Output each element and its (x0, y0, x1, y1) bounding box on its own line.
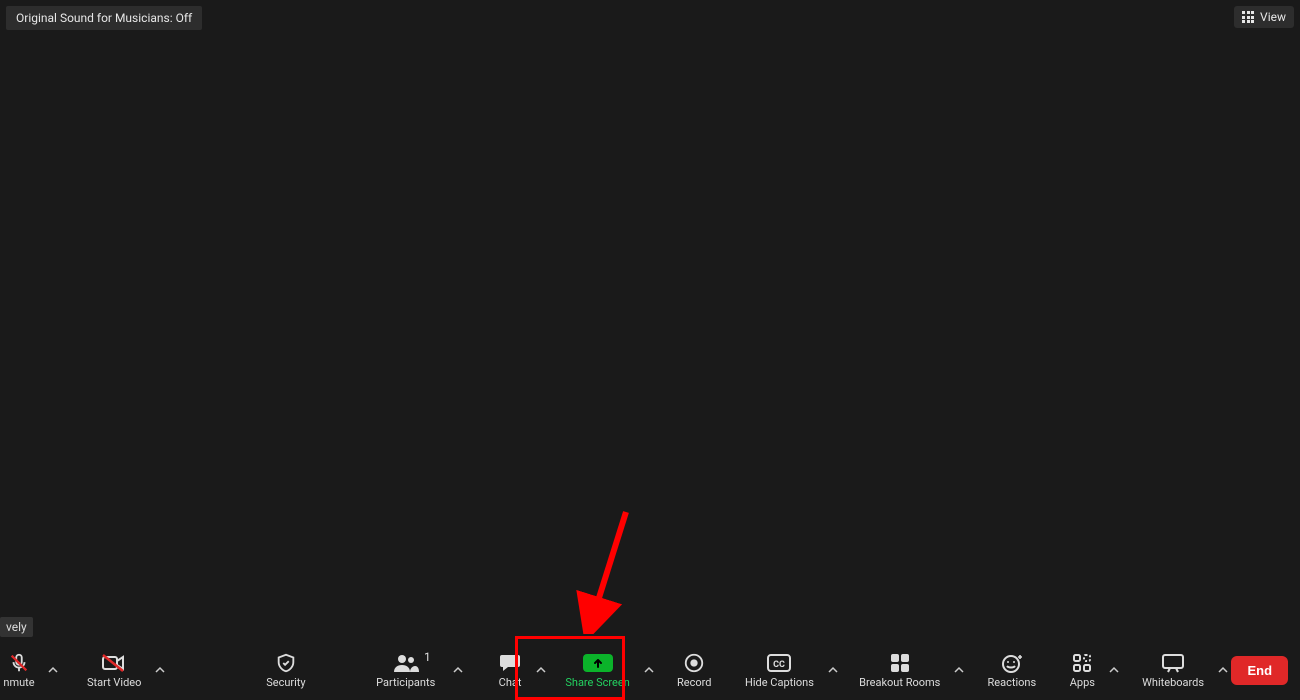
breakout-rooms-label: Breakout Rooms (859, 676, 940, 689)
start-video-label: Start Video (87, 676, 141, 689)
share-screen-button[interactable]: Share Screen (555, 640, 639, 700)
chat-icon (498, 652, 522, 674)
svg-text:CC: CC (774, 660, 786, 670)
apps-label: Apps (1070, 676, 1095, 689)
participants-label: Participants (376, 676, 435, 689)
apps-icon (1071, 652, 1093, 674)
grid-icon (1242, 11, 1254, 23)
original-sound-label: Original Sound for Musicians: Off (16, 11, 192, 25)
security-label: Security (266, 676, 305, 689)
participants-icon: 1 (391, 652, 421, 674)
apps-options-caret[interactable] (1105, 640, 1122, 700)
participants-button[interactable]: 1 Participants (362, 640, 449, 700)
share-screen-icon (583, 652, 613, 674)
participant-name-text: vely (6, 620, 27, 634)
participant-count: 1 (424, 650, 431, 664)
mute-button[interactable]: nmute (0, 640, 44, 700)
captions-options-caret[interactable] (824, 640, 841, 700)
end-label: End (1247, 663, 1272, 678)
breakout-rooms-button[interactable]: Breakout Rooms (849, 640, 950, 700)
original-sound-toggle[interactable]: Original Sound for Musicians: Off (6, 6, 202, 30)
captions-button[interactable]: CC Hide Captions (735, 640, 824, 700)
chat-label: Chat (499, 676, 522, 689)
start-video-button[interactable]: Start Video (77, 640, 151, 700)
mute-label: nmute (3, 676, 34, 689)
captions-label: Hide Captions (745, 676, 814, 689)
end-meeting-button[interactable]: End (1231, 656, 1288, 685)
camera-off-icon (101, 652, 127, 674)
whiteboards-button[interactable]: Whiteboards (1132, 640, 1214, 700)
record-button[interactable]: Record (667, 640, 721, 700)
share-screen-options-caret[interactable] (640, 640, 657, 700)
breakout-rooms-icon (889, 652, 911, 674)
shield-icon (275, 652, 297, 674)
annotation-arrow (576, 508, 636, 634)
whiteboard-icon (1160, 652, 1186, 674)
view-button[interactable]: View (1234, 6, 1294, 28)
mute-options-caret[interactable] (44, 640, 61, 700)
participant-name-tag: vely (0, 617, 33, 637)
whiteboards-label: Whiteboards (1142, 676, 1204, 689)
view-label: View (1260, 10, 1286, 24)
reactions-icon (1000, 652, 1024, 674)
microphone-muted-icon (8, 652, 30, 674)
record-label: Record (677, 676, 711, 689)
reactions-button[interactable]: Reactions (978, 640, 1047, 700)
captions-icon: CC (766, 652, 792, 674)
reactions-label: Reactions (988, 676, 1037, 689)
apps-button[interactable]: Apps (1060, 640, 1105, 700)
whiteboards-options-caret[interactable] (1214, 640, 1231, 700)
meeting-toolbar: nmute Start Video Security (0, 640, 1300, 700)
share-screen-label: Share Screen (565, 676, 629, 689)
chat-options-caret[interactable] (532, 640, 549, 700)
participants-options-caret[interactable] (449, 640, 466, 700)
video-options-caret[interactable] (151, 640, 168, 700)
breakout-options-caret[interactable] (950, 640, 967, 700)
record-icon (683, 652, 705, 674)
security-button[interactable]: Security (256, 640, 315, 700)
chat-button[interactable]: Chat (488, 640, 532, 700)
